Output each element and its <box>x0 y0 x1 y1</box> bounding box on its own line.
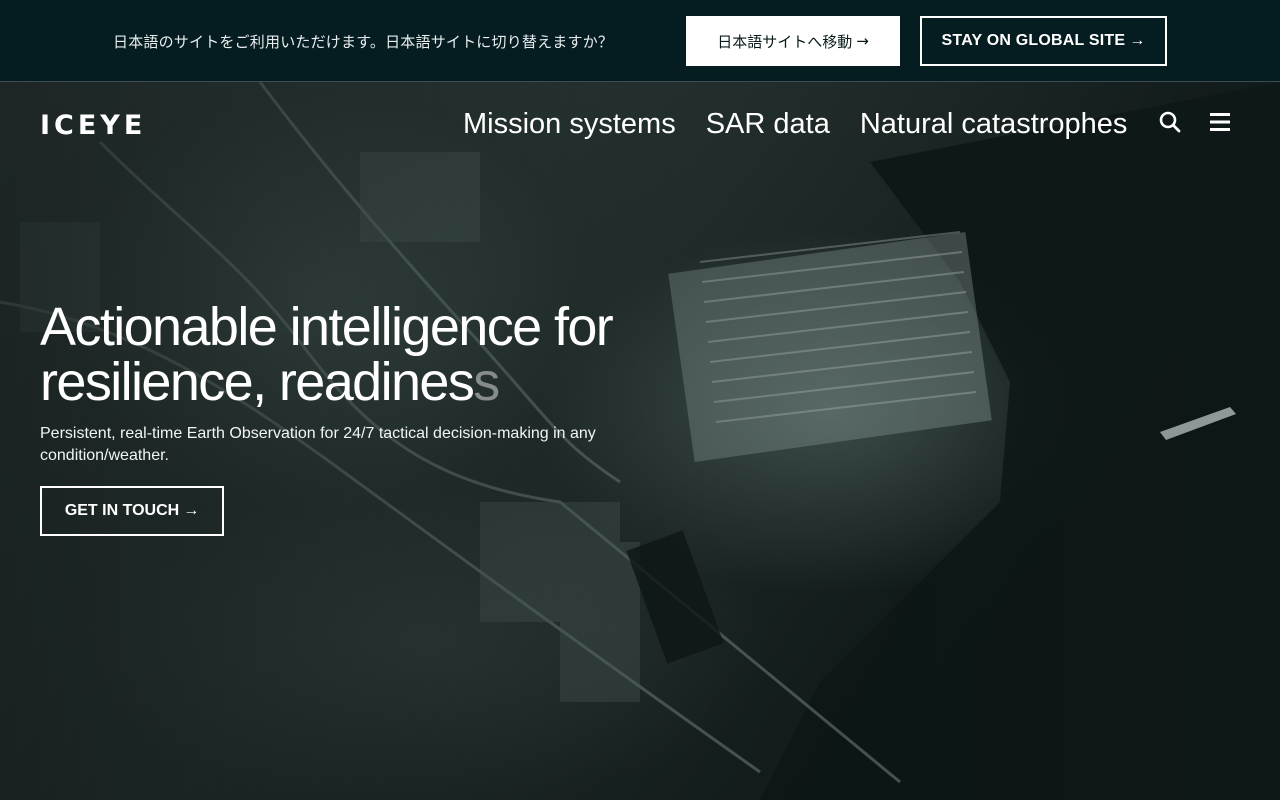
nav-item-sar-data[interactable]: SAR data <box>706 108 830 141</box>
nav-item-natural-catastrophes[interactable]: Natural catastrophes <box>860 108 1128 141</box>
iceye-logo[interactable]: ICEYE <box>40 110 146 141</box>
hamburger-menu-icon[interactable] <box>1206 108 1234 136</box>
stay-on-global-site-button[interactable]: STAY ON GLOBAL SITE → <box>920 16 1167 66</box>
search-icon-glyph <box>1159 111 1181 133</box>
hero-title: Actionable intelligence for resilience, … <box>40 300 680 410</box>
arrow-right-icon: → <box>1129 32 1146 49</box>
switch-to-japanese-site-label: 日本語サイトへ移動 <box>717 32 853 51</box>
search-icon[interactable] <box>1156 108 1184 136</box>
switch-to-japanese-site-button[interactable]: 日本語サイトへ移動 → <box>686 16 900 66</box>
stay-on-global-site-label: STAY ON GLOBAL SITE <box>941 32 1126 49</box>
hero-subtitle: Persistent, real-time Earth Observation … <box>40 425 596 464</box>
nav-item-mission-systems[interactable]: Mission systems <box>463 108 676 141</box>
get-in-touch-button[interactable]: GET IN TOUCH → <box>40 486 224 536</box>
hero-title-main: Actionable intelligence for resilience, … <box>40 297 614 412</box>
arrow-right-icon: → <box>856 32 869 50</box>
language-banner-message: 日本語のサイトをご利用いただけます。日本語サイトに切り替えますか？ <box>113 33 614 51</box>
hamburger-menu-icon-glyph <box>1210 113 1230 131</box>
arrow-right-icon: → <box>183 502 200 519</box>
page: 日本語のサイトをご利用いただけます。日本語サイトに切り替えますか？ 日本語サイト… <box>0 0 1280 800</box>
get-in-touch-label: GET IN TOUCH <box>64 502 180 519</box>
language-banner: 日本語のサイトをご利用いただけます。日本語サイトに切り替えますか？ 日本語サイト… <box>0 0 1280 82</box>
hero-title-faded-letter: s <box>473 352 500 412</box>
main-nav: Mission systems SAR data Natural catastr… <box>463 104 1127 144</box>
